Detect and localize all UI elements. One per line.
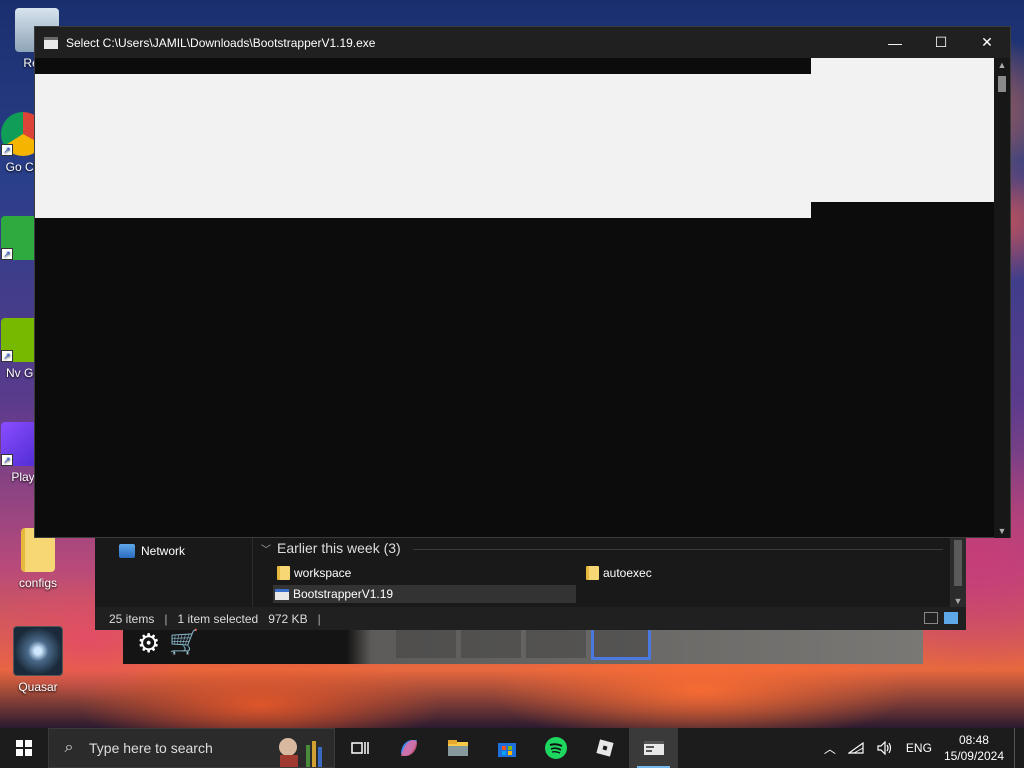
clock-date: 15/09/2024 [943, 749, 1004, 763]
status-separator: | [317, 611, 321, 626]
file-item-workspace[interactable]: workspace [275, 564, 351, 582]
status-item-count: 25 items [109, 611, 155, 626]
large-icons-view-icon[interactable] [944, 612, 958, 624]
system-tray: ︿ ENG 08:48 15/09/2024 [818, 728, 1024, 768]
chevron-down-icon: ﹀ [261, 544, 271, 556]
shortcut-arrow-icon: ↗ [1, 454, 13, 466]
shortcut-arrow-icon: ↗ [1, 248, 13, 260]
start-button[interactable] [0, 728, 48, 768]
spotify-button[interactable] [531, 728, 580, 768]
scroll-up-icon[interactable]: ▲ [994, 60, 1010, 70]
quasar-icon [13, 626, 63, 676]
roblox-icon [595, 739, 614, 757]
chevron-up-icon: ︿ [823, 741, 836, 756]
desktop-icon-quasar[interactable]: Quasar [3, 626, 73, 694]
desktop-icon-label: configs [18, 576, 58, 590]
nav-item-label: Network [141, 544, 186, 558]
scrollbar-thumb[interactable] [954, 540, 962, 586]
file-explorer-window: Network ﹀ Earlier this week (3) workspac… [95, 538, 966, 630]
network-icon [119, 544, 135, 558]
clock-time: 08:48 [958, 733, 989, 747]
status-size: 972 KB [268, 611, 308, 626]
volume-button[interactable] [870, 728, 900, 768]
wifi-icon [847, 741, 864, 754]
hotbar-slot[interactable] [526, 630, 586, 658]
copilot-icon [400, 740, 417, 756]
console-scrollbar[interactable]: ▲ ▼ [994, 58, 1010, 538]
cart-icon[interactable]: 🛒 [169, 630, 199, 656]
hotbar-slot-selected[interactable] [591, 630, 651, 660]
details-view-icon[interactable] [924, 612, 938, 624]
status-selection: 1 item selected [177, 611, 259, 626]
explorer-scrollbar[interactable]: ▼ [950, 538, 966, 607]
close-button[interactable]: ✕ [964, 27, 1010, 58]
console-app-icon [44, 36, 58, 49]
roblox-button[interactable] [580, 728, 629, 768]
speaker-icon [877, 741, 892, 755]
search-highlight-icon [279, 738, 322, 767]
console-selection-highlight [35, 74, 811, 218]
file-name: autoexec [603, 566, 652, 580]
group-header[interactable]: ﹀ Earlier this week (3) [261, 540, 401, 556]
view-toggle [924, 612, 958, 624]
show-hidden-icons-button[interactable]: ︿ [818, 728, 842, 768]
shortcut-arrow-icon: ↗ [1, 350, 13, 362]
file-name: BootstrapperV1.19 [293, 587, 394, 601]
file-item-autoexec[interactable]: autoexec [584, 564, 652, 582]
folder-icon [586, 566, 599, 580]
group-header-label: Earlier this week (3) [277, 540, 401, 556]
network-status-button[interactable] [842, 728, 870, 768]
console-taskbar-button[interactable] [629, 728, 678, 768]
show-desktop-button[interactable] [1014, 728, 1024, 768]
taskbar-search[interactable]: ⌕ Type here to search [48, 728, 335, 768]
console-window[interactable]: Select C:\Users\JAMIL\Downloads\Bootstra… [34, 26, 1011, 538]
scrollbar-thumb[interactable] [998, 76, 1006, 92]
status-bar: 25 items | 1 item selected 972 KB | [95, 607, 966, 630]
desktop-icon-label: Play [11, 470, 35, 484]
console-app-icon [643, 741, 664, 755]
clock[interactable]: 08:48 15/09/2024 [938, 732, 1014, 764]
executable-icon [275, 588, 289, 600]
folder-icon [277, 566, 290, 580]
game-window-strip: ⚙ 🛒 [123, 630, 923, 664]
microsoft-store-button[interactable] [482, 728, 531, 768]
language-indicator[interactable]: ENG [900, 728, 938, 768]
console-output[interactable] [35, 58, 995, 538]
desktop-icon-label: Quasar [18, 680, 58, 694]
copilot-button[interactable] [384, 728, 433, 768]
hotbar-slot[interactable] [461, 630, 521, 658]
gear-icon[interactable]: ⚙ [137, 630, 160, 656]
file-explorer-icon [447, 740, 468, 756]
file-name: workspace [294, 566, 352, 580]
console-selection-highlight [811, 58, 995, 202]
windows-logo-icon [16, 740, 32, 756]
search-placeholder: Type here to search [89, 740, 213, 756]
scroll-down-icon[interactable]: ▼ [994, 526, 1010, 536]
hotbar-slot[interactable] [396, 630, 456, 658]
file-explorer-button[interactable] [433, 728, 482, 768]
spotify-icon [544, 737, 567, 759]
console-title: Select C:\Users\JAMIL\Downloads\Bootstra… [66, 35, 376, 50]
status-separator: | [164, 611, 168, 626]
search-icon: ⌕ [64, 739, 74, 756]
shortcut-arrow-icon: ↗ [1, 144, 13, 156]
minimize-button[interactable]: — [872, 27, 918, 58]
task-view-button[interactable] [335, 728, 384, 768]
microsoft-store-icon [497, 743, 516, 757]
scroll-down-icon[interactable]: ▼ [950, 596, 966, 606]
file-item-bootstrapper[interactable]: BootstrapperV1.19 [273, 585, 576, 603]
console-titlebar[interactable]: Select C:\Users\JAMIL\Downloads\Bootstra… [35, 27, 1010, 58]
navigation-pane: Network [95, 538, 253, 607]
task-view-icon [350, 742, 369, 754]
nav-item-network[interactable]: Network [119, 544, 185, 558]
maximize-button[interactable]: ☐ [918, 27, 964, 58]
group-divider [413, 549, 943, 550]
taskbar: ⌕ Type here to search ︿ ENG 08:48 15/09/… [0, 728, 1024, 768]
